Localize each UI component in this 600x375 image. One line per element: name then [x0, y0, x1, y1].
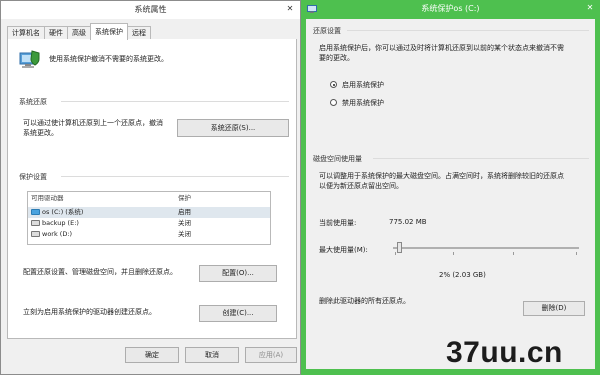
delete-text: 删除此驱动器的所有还原点。 [319, 297, 410, 305]
watermark-text: 37uu.cn [446, 336, 563, 369]
disable-protection-label[interactable]: 禁用系统保护 [342, 98, 384, 108]
dialog-content [306, 19, 595, 369]
drive-status: 关闭 [178, 230, 191, 238]
window-title: 系统保护os (C:) [421, 4, 480, 13]
tab-hardware[interactable]: 硬件 [44, 26, 68, 40]
divider [373, 158, 589, 159]
slider-track [393, 247, 579, 249]
column-header-protection: 保护 [178, 194, 191, 202]
divider [347, 30, 589, 31]
current-usage-label: 当前使用量: [319, 219, 357, 227]
title-bar: 系统属性 [1, 1, 300, 19]
create-text: 立刻为启用系统保护的驱动器创建还原点。 [23, 308, 156, 316]
configure-text: 配置还原设置、管理磁盘空间，并且删除还原点。 [23, 268, 177, 276]
system-restore-button[interactable]: 系统还原(S)... [177, 119, 289, 137]
system-restore-description: 可以通过使计算机还原到上一个还原点，撤消 系统更改。 [23, 118, 193, 138]
max-usage-label: 最大使用量(M): [319, 246, 368, 254]
restore-settings-description: 启用系统保护后，你可以通过及时将计算机还原到以前的某个状态点来撤消不需 要的更改… [319, 43, 589, 63]
tab-remote[interactable]: 远程 [127, 26, 151, 40]
create-button[interactable]: 创建(C)... [199, 305, 277, 322]
system-restore-heading: 系统还原 [19, 98, 47, 106]
tab-system-protection[interactable]: 系统保护 [90, 23, 128, 40]
delete-button[interactable]: 删除(D) [523, 301, 585, 316]
description-line: 可以通过使计算机还原到上一个还原点，撤消 [23, 119, 163, 127]
window-app-icon [307, 4, 317, 13]
divider [61, 176, 289, 177]
configure-button[interactable]: 配置(O)... [199, 265, 277, 282]
window-controls: ✕ [282, 2, 298, 16]
enable-protection-label[interactable]: 启用系统保护 [342, 80, 384, 90]
system-protection-icon [19, 49, 41, 71]
slider-tick [513, 252, 514, 255]
max-usage-slider[interactable] [393, 241, 579, 255]
protection-settings-heading: 保护设置 [19, 173, 47, 181]
cancel-button[interactable]: 取消 [185, 347, 239, 363]
system-properties-window: 系统属性 ✕ 计算机名 硬件 高级 系统保护 远程 使用系统保护撤消不需要的系统… [0, 0, 301, 375]
table-row[interactable]: os (C:) (系统) 启用 [28, 207, 270, 218]
table-row[interactable]: backup (E:) 关闭 [28, 218, 270, 229]
title-bar: 系统保护os (C:) [301, 0, 600, 18]
restore-settings-heading: 还原设置 [313, 27, 341, 35]
tab-advanced[interactable]: 高级 [67, 26, 91, 40]
drive-name: os (C:) (系统) [42, 208, 84, 216]
drive-icon [31, 231, 40, 237]
window-controls: ✕ [582, 1, 598, 15]
tab-panel [7, 39, 297, 339]
max-usage-value: 2% (2.03 GB) [439, 271, 486, 279]
description-line: 启用系统保护后，你可以通过及时将计算机还原到以前的某个状态点来撤消不需 [319, 44, 564, 52]
window-title: 系统属性 [134, 5, 167, 14]
tab-computer-name[interactable]: 计算机名 [7, 26, 45, 40]
column-header-drive: 可用驱动器 [31, 194, 64, 202]
description-line: 可以调整用于系统保护的最大磁盘空间。占满空间时，系统将删除较旧的还原点 [319, 172, 564, 180]
current-usage-value: 775.02 MB [389, 218, 427, 226]
table-header: 可用驱动器 保护 [28, 193, 270, 204]
drive-name: backup (E:) [42, 219, 79, 227]
slider-tick [576, 252, 577, 255]
tab-strip: 计算机名 硬件 高级 系统保护 远程 [7, 23, 297, 40]
drives-table: 可用驱动器 保护 os (C:) (系统) 启用 backup (E:) 关闭 … [27, 191, 271, 245]
slider-thumb[interactable] [397, 242, 402, 253]
close-icon[interactable]: ✕ [282, 2, 298, 16]
divider [61, 101, 289, 102]
description-line: 以便为新还原点留出空间。 [319, 182, 403, 190]
disk-usage-description: 可以调整用于系统保护的最大磁盘空间。占满空间时，系统将删除较旧的还原点 以便为新… [319, 171, 591, 191]
disable-protection-radio[interactable] [330, 99, 337, 106]
slider-tick [395, 252, 396, 255]
system-drive-icon [31, 209, 40, 215]
enable-protection-radio[interactable] [330, 81, 337, 88]
description-line: 要的更改。 [319, 54, 354, 62]
drive-name: work (D:) [42, 230, 73, 238]
slider-tick [453, 252, 454, 255]
apply-button[interactable]: 应用(A) [245, 347, 297, 363]
description-line: 系统更改。 [23, 129, 58, 137]
system-protection-dialog: 系统保护os (C:) ✕ 还原设置 启用系统保护后，你可以通过及时将计算机还原… [301, 0, 600, 375]
ok-button[interactable]: 确定 [125, 347, 179, 363]
intro-text: 使用系统保护撤消不需要的系统更改。 [49, 55, 168, 63]
drive-status: 关闭 [178, 219, 191, 227]
table-row[interactable]: work (D:) 关闭 [28, 229, 270, 240]
drive-icon [31, 220, 40, 226]
drive-status: 启用 [178, 208, 191, 216]
disk-usage-heading: 磁盘空间使用量 [313, 155, 362, 163]
close-icon[interactable]: ✕ [582, 1, 598, 15]
